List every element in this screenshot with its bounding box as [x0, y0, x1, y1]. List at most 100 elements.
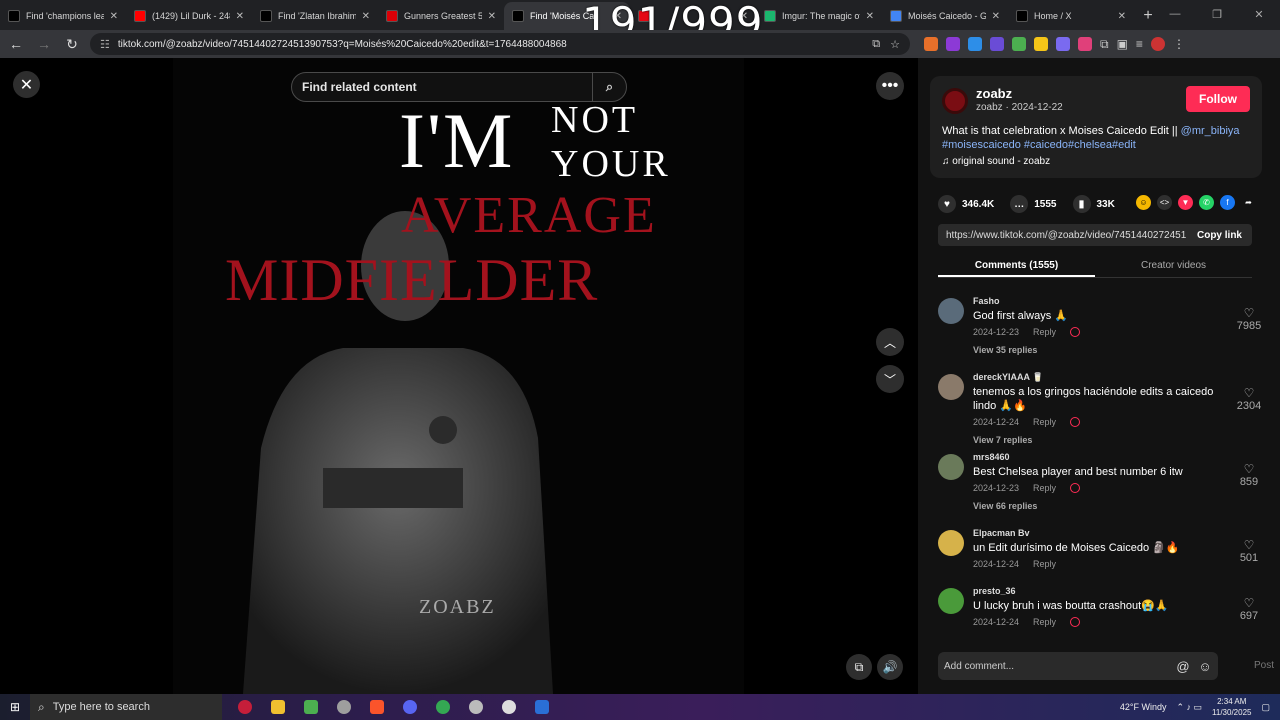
- next-video-button[interactable]: ﹀: [876, 365, 904, 393]
- site-info-icon[interactable]: ☷: [100, 38, 110, 51]
- extension-icon[interactable]: [946, 37, 960, 51]
- search-icon[interactable]: ⌕: [592, 72, 626, 102]
- commenter-name[interactable]: Fasho: [973, 296, 1000, 306]
- commenter-name[interactable]: Elpacman Bv: [973, 528, 1030, 538]
- reply-button[interactable]: Reply: [1033, 417, 1056, 427]
- reply-button[interactable]: Reply: [1033, 559, 1056, 569]
- weather-widget[interactable]: 42°F Windy: [1120, 702, 1167, 712]
- browser-tab[interactable]: Home / X ✕: [1008, 2, 1134, 30]
- commenter-avatar[interactable]: [938, 530, 964, 556]
- view-replies-button[interactable]: View 7 replies: [973, 435, 1032, 445]
- share-link-url[interactable]: https://www.tiktok.com/@zoabz/video/7451…: [946, 230, 1187, 241]
- whatsapp-icon[interactable]: ✆: [1199, 195, 1214, 210]
- tab-close-icon[interactable]: ✕: [236, 11, 244, 22]
- reply-button[interactable]: Reply: [1033, 483, 1056, 493]
- browser-tab[interactable]: Find 'champions leag ✕: [0, 2, 126, 30]
- browser-tab[interactable]: Imgur: The magic of th ✕: [756, 2, 882, 30]
- extension-icon[interactable]: [1034, 37, 1048, 51]
- tab-close-icon[interactable]: ✕: [362, 11, 370, 22]
- volume-button[interactable]: 🔊: [877, 654, 903, 680]
- restore-button[interactable]: ❐: [1196, 0, 1238, 28]
- post-comment-button[interactable]: Post: [1254, 660, 1274, 671]
- extension-icon[interactable]: [968, 37, 982, 51]
- extension-icon[interactable]: [1056, 37, 1070, 51]
- author-name[interactable]: zoabz: [976, 86, 1012, 101]
- profile-avatar[interactable]: [1150, 37, 1165, 51]
- commenter-avatar[interactable]: [938, 588, 964, 614]
- media-control-icon[interactable]: ≡: [1136, 37, 1143, 51]
- send-icon[interactable]: ▼: [1178, 195, 1193, 210]
- author-avatar[interactable]: [942, 88, 968, 114]
- tray-icons[interactable]: ⌃ ♪ ▭: [1176, 702, 1202, 713]
- mini-player-button[interactable]: ⧉: [846, 654, 872, 680]
- tab-comments[interactable]: Comments (1555): [938, 254, 1095, 277]
- share-arrow-icon[interactable]: ➦: [1241, 195, 1256, 210]
- commenter-name[interactable]: dereckYIAAA 🥛: [973, 372, 1043, 383]
- share-friends-icon[interactable]: ☺: [1136, 195, 1151, 210]
- commenter-avatar[interactable]: [938, 454, 964, 480]
- comment-input[interactable]: Add comment... @ ☺: [938, 652, 1218, 680]
- view-replies-button[interactable]: View 66 replies: [973, 501, 1037, 511]
- start-menu-icon[interactable]: ⊞: [0, 694, 30, 720]
- comment-action[interactable]: … 1555: [1010, 195, 1057, 213]
- file-explorer-icon[interactable]: [261, 694, 294, 720]
- browser-tab[interactable]: (1429) Lil Durk - 248 ✕: [126, 2, 252, 30]
- brave-icon[interactable]: [360, 694, 393, 720]
- commenter-avatar[interactable]: [938, 374, 964, 400]
- emoji-icon[interactable]: ☺: [1196, 659, 1214, 674]
- related-search-bar[interactable]: Find related content ⌕: [291, 72, 627, 102]
- tab-close-icon[interactable]: ✕: [992, 11, 1000, 22]
- tab-close-icon[interactable]: ✕: [488, 11, 496, 22]
- extensions-puzzle-icon[interactable]: ⧉: [1100, 37, 1109, 52]
- side-panel-icon[interactable]: ▣: [1117, 37, 1128, 51]
- facebook-icon[interactable]: f: [1220, 195, 1235, 210]
- app-icon[interactable]: [327, 694, 360, 720]
- more-options-button[interactable]: •••: [876, 72, 904, 100]
- previous-video-button[interactable]: ︿: [876, 328, 904, 356]
- bookmark-star-icon[interactable]: ☆: [890, 38, 900, 51]
- reload-button[interactable]: ↻: [60, 32, 84, 56]
- sound-info[interactable]: ♫ original sound - zoabz: [942, 156, 1050, 167]
- extension-icon[interactable]: [1012, 37, 1026, 51]
- app-icon[interactable]: [492, 694, 525, 720]
- chrome-icon[interactable]: [426, 694, 459, 720]
- back-button[interactable]: ←: [4, 32, 28, 56]
- mention-icon[interactable]: @: [1174, 659, 1192, 674]
- comment-like[interactable]: ♡ 7985: [1234, 306, 1264, 332]
- browser-menu-icon[interactable]: ⋮: [1173, 37, 1185, 51]
- comment-like[interactable]: ♡ 501: [1234, 538, 1264, 564]
- comment-like[interactable]: ♡ 697: [1234, 596, 1264, 622]
- like-action[interactable]: ♥ 346.4K: [938, 195, 994, 213]
- reply-button[interactable]: Reply: [1033, 617, 1056, 627]
- tab-creator-videos[interactable]: Creator videos: [1095, 254, 1252, 277]
- tab-close-icon[interactable]: ✕: [1118, 11, 1126, 22]
- commenter-name[interactable]: presto_36: [973, 586, 1016, 596]
- video-player[interactable]: I'M NOT YOUR AVERAGE MIDFIELDER ZOABZ: [173, 58, 744, 694]
- browser-tab[interactable]: Moisés Caicedo - Goo ✕: [882, 2, 1008, 30]
- comment-like[interactable]: ♡ 2304: [1234, 386, 1264, 412]
- extension-icon[interactable]: [1078, 37, 1092, 51]
- close-video-button[interactable]: ✕: [13, 71, 40, 98]
- minimize-button[interactable]: —: [1154, 0, 1196, 28]
- extension-icon[interactable]: [924, 37, 938, 51]
- follow-button[interactable]: Follow: [1186, 86, 1250, 112]
- forward-button[interactable]: →: [32, 32, 56, 56]
- commenter-name[interactable]: mrs8460: [973, 452, 1010, 462]
- copy-link-button[interactable]: Copy link: [1187, 230, 1252, 241]
- lock-app-icon[interactable]: [294, 694, 327, 720]
- browser-tab[interactable]: Find 'Zlatan Ibrahimo ✕: [252, 2, 378, 30]
- close-window-button[interactable]: ✕: [1238, 0, 1280, 28]
- browser-tab[interactable]: Gunners Greatest 50 ✕: [378, 2, 504, 30]
- discord-icon[interactable]: [393, 694, 426, 720]
- commenter-avatar[interactable]: [938, 298, 964, 324]
- url-bar[interactable]: ☷ tiktok.com/@zoabz/video/74514402724513…: [90, 33, 910, 55]
- app-icon[interactable]: [525, 694, 558, 720]
- taskbar-search[interactable]: ⌕ Type here to search: [30, 694, 222, 720]
- view-replies-button[interactable]: View 35 replies: [973, 345, 1037, 355]
- tab-close-icon[interactable]: ✕: [110, 11, 118, 22]
- extension-icon[interactable]: [990, 37, 1004, 51]
- save-action[interactable]: ▮ 33K: [1072, 195, 1115, 213]
- tab-close-icon[interactable]: ✕: [866, 11, 874, 22]
- reply-button[interactable]: Reply: [1033, 327, 1056, 337]
- opera-icon[interactable]: [228, 694, 261, 720]
